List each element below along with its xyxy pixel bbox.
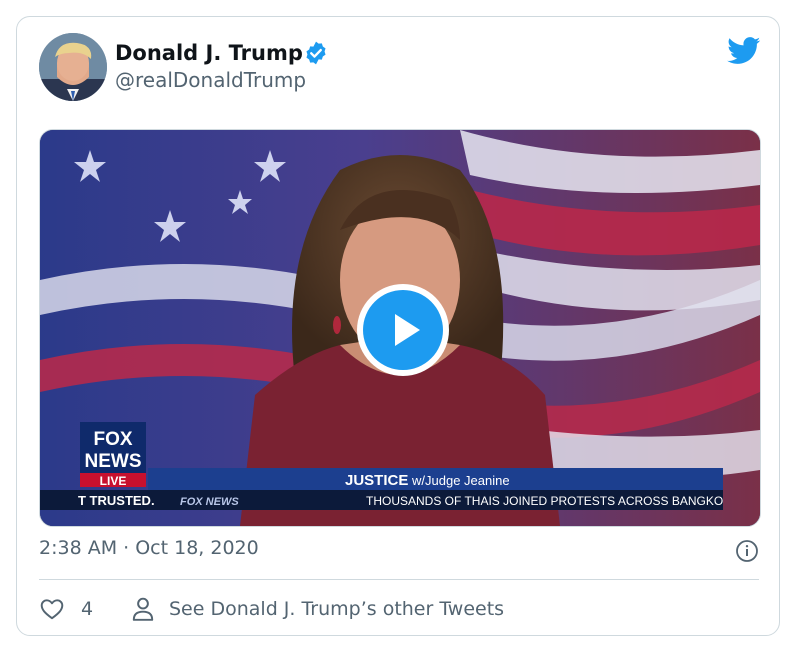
live-label: LIVE: [100, 474, 127, 488]
like-count: 4: [81, 598, 94, 620]
tweet-timestamp[interactable]: 2:38 AM · Oct 18, 2020: [39, 537, 259, 559]
tweet-card: Donald J. Trump @realDonaldTrump FOX NEW…: [16, 16, 780, 636]
other-tweets-link[interactable]: See Donald J. Trump’s other Tweets: [131, 595, 504, 623]
avatar[interactable]: [39, 33, 107, 101]
play-button-circle[interactable]: [363, 290, 443, 370]
verified-badge-icon: [306, 41, 326, 65]
divider: [39, 579, 759, 580]
network-logo-line1: FOX: [93, 429, 132, 450]
play-icon: [395, 314, 420, 346]
info-icon[interactable]: [735, 539, 759, 563]
video-player[interactable]: FOX NEWS LIVE JUSTICE w/Judge Jeanine T …: [39, 129, 761, 527]
author-handle[interactable]: @realDonaldTrump: [115, 68, 306, 92]
ticker-left: T TRUSTED.: [78, 493, 155, 508]
person-icon: [132, 597, 154, 621]
ticker-brand: FOX NEWS: [180, 496, 239, 508]
heart-icon: [40, 599, 64, 620]
twitter-bird-icon[interactable]: [727, 37, 761, 65]
network-logo-line2: NEWS: [85, 451, 142, 472]
avatar-image: [39, 33, 107, 101]
other-tweets-label: See Donald J. Trump’s other Tweets: [169, 598, 505, 620]
author-name[interactable]: Donald J. Trump: [115, 41, 303, 65]
show-title: JUSTICE: [345, 472, 408, 489]
play-button[interactable]: [357, 284, 449, 376]
like-button[interactable]: 4: [39, 595, 93, 623]
ticker-text: THOUSANDS OF THAIS JOINED PROTESTS ACROS…: [366, 494, 723, 508]
show-subtitle: w/Judge Jeanine: [411, 473, 510, 488]
